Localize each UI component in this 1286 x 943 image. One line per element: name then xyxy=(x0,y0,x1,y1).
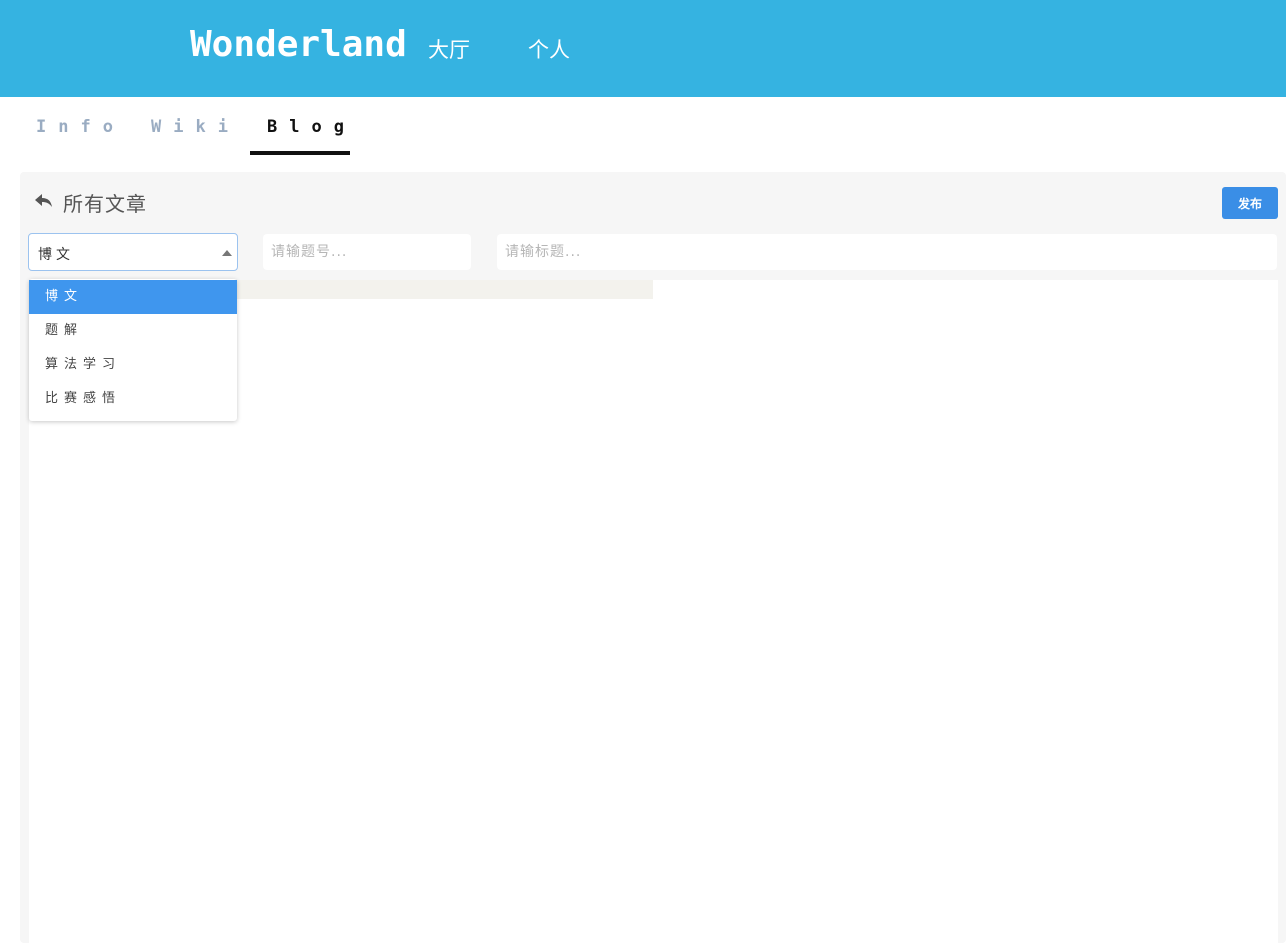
category-select-value: 博文 xyxy=(38,247,74,263)
dropdown-option-algorithm[interactable]: 算法学习 xyxy=(29,348,237,382)
tab-blog[interactable]: Blog xyxy=(267,117,356,137)
category-dropdown: 博文 题解 算法学习 比赛感悟 xyxy=(29,279,237,421)
dropdown-option-blog[interactable]: 博文 xyxy=(29,280,237,314)
nav-link-hall[interactable]: 大厅 xyxy=(428,34,470,64)
problem-number-input[interactable] xyxy=(263,234,471,270)
tab-info[interactable]: Info xyxy=(36,117,125,137)
title-input[interactable] xyxy=(497,234,1277,270)
category-select[interactable]: 博文 xyxy=(28,233,238,271)
caret-up-icon xyxy=(222,250,232,256)
top-navbar: Wonderland 大厅 个人 xyxy=(0,0,1286,97)
dropdown-option-solution[interactable]: 题解 xyxy=(29,314,237,348)
section-tabs: Info Wiki Blog xyxy=(0,97,1286,157)
publish-button[interactable]: 发布 xyxy=(1222,187,1278,219)
brand-logo[interactable]: Wonderland xyxy=(190,24,407,65)
active-tab-indicator xyxy=(250,151,350,155)
nav-link-personal[interactable]: 个人 xyxy=(528,34,570,64)
tab-wiki[interactable]: Wiki xyxy=(151,117,240,137)
page-title: 所有文章 xyxy=(63,192,147,216)
reply-arrow-icon[interactable] xyxy=(34,192,54,210)
dropdown-option-contest[interactable]: 比赛感悟 xyxy=(29,382,237,416)
